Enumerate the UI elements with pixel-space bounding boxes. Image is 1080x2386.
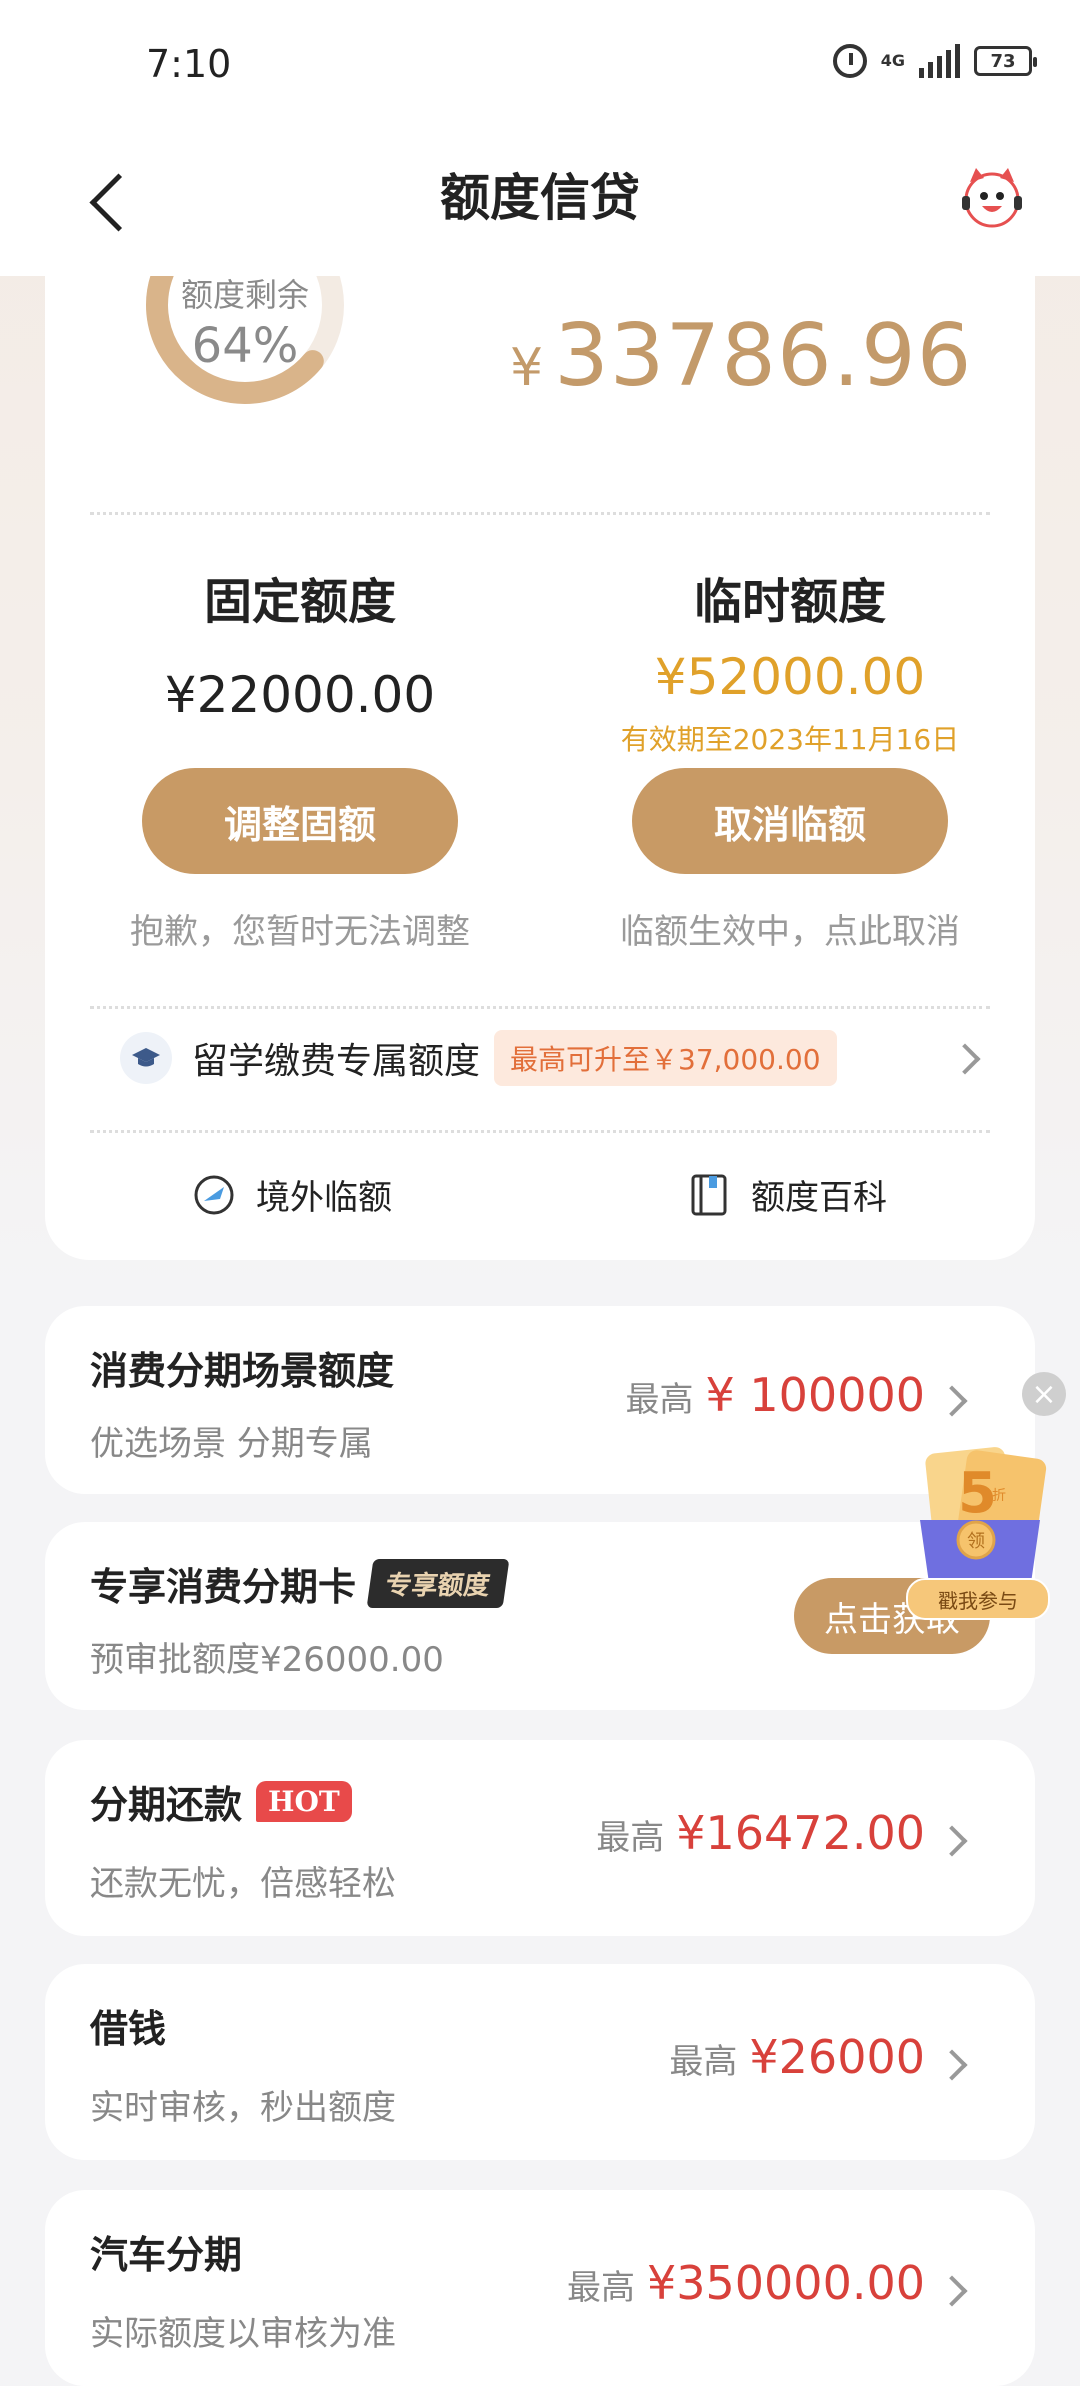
battery-icon: 73: [974, 46, 1037, 76]
installment-repayment-card[interactable]: 分期还款 HOT 还款无忧，倍感轻松 最高 ¥16472.00: [45, 1740, 1035, 1936]
repayment-title-row: 分期还款 HOT: [90, 1774, 352, 1829]
scene-credit-max: 最高 ¥ 100000: [626, 1368, 926, 1422]
divider: [90, 512, 990, 515]
repayment-title: 分期还款: [90, 1783, 243, 1827]
status-bar: 7:10 4G 73: [0, 0, 1080, 130]
chevron-right-icon: [936, 2049, 968, 2081]
temp-credit-validity: 有效期至2023年11月16日: [620, 723, 960, 756]
study-abroad-badge: 最高可升至￥37,000.00: [494, 1030, 837, 1086]
chevron-right-icon: [936, 1825, 968, 1857]
study-abroad-label: 留学缴费专属额度: [192, 1041, 481, 1082]
cancel-temp-credit-button[interactable]: 取消临额: [632, 768, 948, 874]
page-title: 额度信贷: [440, 169, 640, 227]
car-installment-title: 汽车分期: [90, 2233, 243, 2277]
credit-wiki-label: 额度百科: [751, 1178, 887, 1218]
scene-credit-card[interactable]: 消费分期场景额度 优选场景 分期专属 最高 ¥ 100000: [45, 1306, 1035, 1494]
temp-credit-amount: ¥52000.00: [654, 648, 926, 706]
study-abroad-credit-row[interactable]: 留学缴费专属额度 最高可升至￥37,000.00: [90, 1018, 990, 1098]
max-prefix: 最高: [596, 1818, 665, 1858]
scene-credit-subtitle: 优选场景 分期专属: [90, 1424, 373, 1464]
car-installment-max: 最高 ¥350000.00: [567, 2256, 925, 2310]
exclusive-card-title-row: 专享消费分期卡 专享额度: [90, 1556, 510, 1611]
borrow-money-card[interactable]: 借钱 实时审核，秒出额度 最高 ¥26000: [45, 1964, 1035, 2160]
scene-credit-amount: ¥ 100000: [705, 1368, 926, 1422]
adjust-fixed-credit-button[interactable]: 调整固额: [142, 768, 458, 874]
chevron-right-icon: [936, 2275, 968, 2307]
temp-credit-title: 临时额度: [693, 574, 886, 630]
temp-credit-column: 临时额度 ¥52000.00 有效期至2023年11月16日: [580, 562, 1000, 758]
fixed-action: 调整固额 抱歉，您暂时无法调整: [90, 768, 510, 953]
status-icons: 4G 73: [832, 44, 1037, 78]
credit-summary-card: 额度剩余 64% ¥33786.96 固定额度 ¥22000.00 临时额度 ¥…: [45, 206, 1035, 1260]
divider: [90, 1006, 990, 1009]
ring-percent: 64%: [191, 318, 299, 374]
divider: [90, 1130, 990, 1133]
exclusive-credit-badge: 专享额度: [366, 1559, 510, 1608]
status-time: 7:10: [146, 42, 232, 86]
fixed-credit-hint: 抱歉，您暂时无法调整: [130, 912, 470, 952]
join-promo-button[interactable]: 戳我参与: [906, 1578, 1050, 1620]
available-amount-value: 33786.96: [554, 306, 973, 406]
battery-level: 73: [990, 50, 1016, 72]
max-prefix: 最高: [566, 2268, 635, 2308]
nav-bar: 额度信贷: [0, 130, 1080, 276]
plane-globe-icon: [194, 1175, 234, 1214]
repayment-amount: ¥16472.00: [676, 1806, 925, 1860]
borrow-subtitle: 实时审核，秒出额度: [90, 2088, 396, 2128]
car-installment-card[interactable]: 汽车分期 实际额度以审核为准 最高 ¥350000.00: [45, 2190, 1035, 2386]
exclusive-installment-card[interactable]: 专享消费分期卡 专享额度 预审批额度¥26000.00 点击获取: [45, 1522, 1035, 1710]
currency-symbol: ¥: [510, 338, 545, 398]
overseas-temp-credit-label: 境外临额: [256, 1178, 392, 1218]
fixed-credit-amount: ¥22000.00: [164, 666, 436, 724]
alarm-icon: [832, 44, 867, 78]
ring-label: 额度剩余: [180, 276, 309, 314]
available-amount: ¥33786.96: [510, 306, 972, 406]
car-installment-amount: ¥350000.00: [646, 2256, 925, 2310]
chevron-right-icon: [936, 1385, 968, 1417]
preapproved-amount: 预审批额度¥26000.00: [90, 1640, 444, 1680]
chevron-right-icon: [949, 1043, 981, 1075]
exclusive-card-title: 专享消费分期卡: [90, 1565, 357, 1609]
hot-badge: HOT: [256, 1781, 352, 1822]
borrow-amount: ¥26000: [749, 2030, 925, 2084]
borrow-title: 借钱: [90, 2007, 167, 2051]
max-prefix: 最高: [625, 1380, 694, 1420]
promo-number-suffix: 折: [992, 1488, 1006, 1504]
temp-action: 取消临额 临额生效中，点此取消: [580, 768, 1000, 953]
credit-wiki-link[interactable]: 额度百科: [685, 1170, 887, 1219]
borrow-max: 最高 ¥26000: [669, 2030, 925, 2084]
book-icon: [691, 1174, 727, 1215]
fixed-credit-title: 固定额度: [203, 574, 396, 630]
network-type: 4G: [880, 51, 905, 70]
promo-coin-label: 领: [967, 1531, 985, 1552]
signal-icon: [919, 44, 960, 78]
max-prefix: 最高: [669, 2042, 738, 2082]
fixed-credit-column: 固定额度 ¥22000.00: [90, 562, 510, 724]
mascot-service-icon[interactable]: [956, 160, 1028, 232]
car-installment-subtitle: 实际额度以审核为准: [90, 2314, 396, 2354]
repayment-subtitle: 还款无忧，倍感轻松: [90, 1864, 396, 1904]
overseas-temp-credit-link[interactable]: 境外临额: [190, 1170, 392, 1219]
scene-credit-title: 消费分期场景额度: [90, 1349, 395, 1393]
close-promo-icon[interactable]: ×: [1022, 1372, 1066, 1416]
repayment-max: 最高 ¥16472.00: [596, 1806, 925, 1860]
temp-credit-hint[interactable]: 临额生效中，点此取消: [580, 904, 1000, 953]
graduation-cap-icon: [120, 1032, 172, 1084]
